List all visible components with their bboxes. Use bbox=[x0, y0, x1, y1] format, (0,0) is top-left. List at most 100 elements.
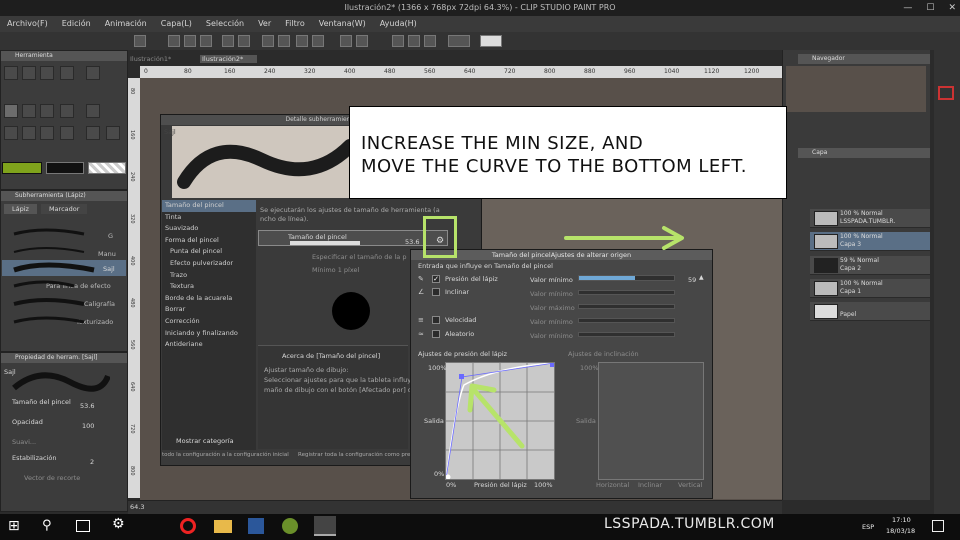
language-indicator[interactable]: ESP bbox=[862, 523, 874, 531]
operation-tool-icon[interactable] bbox=[86, 66, 100, 80]
category-brush-tip[interactable]: Punta del pincel bbox=[162, 246, 256, 258]
property-vector-label[interactable]: Vector de recorte bbox=[24, 474, 80, 482]
min-value-number[interactable]: 59 bbox=[688, 276, 696, 284]
tilt-min-slider[interactable] bbox=[578, 290, 675, 295]
text-tool-icon[interactable] bbox=[106, 126, 120, 140]
property-opacity-value[interactable]: 100 bbox=[82, 422, 94, 430]
dynamics-button-icon[interactable]: ⚙ bbox=[436, 236, 444, 246]
save-icon[interactable] bbox=[200, 35, 212, 47]
option-min-1px[interactable]: Mínimo 1 píxel bbox=[312, 266, 359, 274]
pen-pressure-checkbox[interactable]: ✓ bbox=[432, 275, 440, 283]
select-tool-icon[interactable] bbox=[40, 66, 54, 80]
task-view-icon[interactable] bbox=[76, 520, 90, 532]
min-value-spinner-icon[interactable]: ▲ bbox=[699, 274, 704, 281]
curve-start-point[interactable] bbox=[446, 474, 451, 480]
tilt-max-slider[interactable] bbox=[578, 304, 675, 309]
menu-file[interactable]: Archivo(F) bbox=[0, 16, 55, 32]
windows-start-icon[interactable]: ⊞ bbox=[8, 518, 26, 536]
menu-animation[interactable]: Animación bbox=[98, 16, 154, 32]
layer-row[interactable]: 100 % Normal LSSPADA.TUMBLR. bbox=[810, 209, 930, 228]
category-spray[interactable]: Efecto pulverizador bbox=[162, 258, 256, 270]
menu-layer[interactable]: Capa(L) bbox=[154, 16, 199, 32]
clock-time[interactable]: 17:10 bbox=[892, 516, 911, 524]
curve-end-point[interactable] bbox=[550, 363, 554, 367]
layer-row[interactable]: 59 % Normal Capa 2 bbox=[810, 256, 930, 275]
clip-studio-icon[interactable] bbox=[134, 35, 146, 47]
minimize-icon[interactable]: — bbox=[903, 0, 912, 16]
category-watercolor-edge[interactable]: Borde de la acuarela bbox=[162, 293, 256, 305]
app-icon[interactable] bbox=[282, 518, 298, 534]
zoom-tool-icon[interactable] bbox=[4, 66, 18, 80]
gradient-tool-icon[interactable] bbox=[40, 126, 54, 140]
category-anti-overflow[interactable]: Antideriane bbox=[162, 339, 256, 351]
layer-row[interactable]: 100 % Normal Capa 3 bbox=[810, 232, 930, 251]
layer-row[interactable]: Papel bbox=[810, 302, 930, 321]
open-file-icon[interactable] bbox=[184, 35, 196, 47]
transparent-color-swatch[interactable] bbox=[88, 162, 126, 174]
clear-icon[interactable] bbox=[262, 35, 274, 47]
reset-all-button[interactable]: todo la configuración a la configuración… bbox=[162, 452, 289, 458]
category-ink[interactable]: Tinta bbox=[162, 212, 256, 224]
brush-item-sajl[interactable]: Sajl bbox=[103, 265, 115, 273]
menu-filter[interactable]: Filtro bbox=[278, 16, 312, 32]
register-default-button[interactable]: Registrar toda la configuración como pre… bbox=[298, 452, 421, 458]
pencil-tool-icon[interactable] bbox=[22, 104, 36, 118]
clip-studio-taskbar-icon[interactable] bbox=[314, 516, 336, 536]
main-color-swatch[interactable] bbox=[2, 162, 42, 174]
maximize-icon[interactable]: ☐ bbox=[926, 0, 934, 16]
close-icon[interactable]: ✕ bbox=[948, 0, 956, 16]
settings-icon[interactable]: ⚙ bbox=[112, 516, 125, 532]
navigator-preview[interactable] bbox=[786, 66, 926, 112]
subtool-tab-marker[interactable]: Marcador bbox=[40, 204, 88, 214]
crop-icon[interactable] bbox=[340, 35, 352, 47]
random-min-slider[interactable] bbox=[578, 332, 675, 337]
redo-icon[interactable] bbox=[238, 35, 250, 47]
tilt-checkbox[interactable] bbox=[432, 288, 440, 296]
new-file-icon[interactable] bbox=[168, 35, 180, 47]
zoom-value[interactable]: 64.3 bbox=[130, 503, 144, 511]
ruler-tool-icon[interactable] bbox=[86, 126, 100, 140]
brush-tool-icon[interactable] bbox=[40, 104, 54, 118]
display-color-icon[interactable] bbox=[448, 35, 470, 47]
menu-view[interactable]: Ver bbox=[251, 16, 278, 32]
notification-icon[interactable] bbox=[932, 520, 944, 532]
menu-help[interactable]: Ayuda(H) bbox=[373, 16, 424, 32]
fill-icon[interactable] bbox=[356, 35, 368, 47]
velocity-checkbox[interactable] bbox=[432, 316, 440, 324]
property-size-value[interactable]: 53.6 bbox=[80, 402, 94, 410]
word-icon[interactable] bbox=[248, 518, 264, 534]
category-brush-shape[interactable]: Forma del pincel bbox=[162, 235, 256, 247]
opera-icon[interactable] bbox=[180, 518, 196, 534]
option-specify-size[interactable]: Especificar el tamaño de la p bbox=[312, 253, 406, 261]
brush-item-g[interactable]: G bbox=[108, 232, 113, 240]
random-checkbox[interactable] bbox=[432, 330, 440, 338]
snap-special-icon[interactable] bbox=[408, 35, 420, 47]
undo-icon[interactable] bbox=[222, 35, 234, 47]
category-erase[interactable]: Borrar bbox=[162, 304, 256, 316]
brush-size-row-value[interactable]: 53.6 bbox=[405, 238, 419, 246]
eyedropper-tool-icon[interactable] bbox=[60, 66, 74, 80]
snap-grid-icon[interactable] bbox=[424, 35, 436, 47]
category-texture[interactable]: Textura bbox=[162, 281, 256, 293]
category-brush-size[interactable]: Tamaño del pincel bbox=[162, 200, 256, 212]
snap-ruler-icon[interactable] bbox=[392, 35, 404, 47]
velocity-min-slider[interactable] bbox=[578, 318, 675, 323]
sub-color-swatch[interactable] bbox=[46, 162, 84, 174]
layer-row[interactable]: 100 % Normal Capa 1 bbox=[810, 279, 930, 298]
clock-date[interactable]: 18/03/18 bbox=[886, 527, 915, 535]
deselect-icon[interactable] bbox=[296, 35, 308, 47]
menu-edit[interactable]: Edición bbox=[55, 16, 98, 32]
category-stroke[interactable]: Trazo bbox=[162, 270, 256, 282]
color-wheel-icon[interactable] bbox=[938, 86, 954, 100]
brush-size-row-slider[interactable] bbox=[290, 241, 360, 245]
invert-selection-icon[interactable] bbox=[312, 35, 324, 47]
doc-tab-1[interactable]: Ilustración1* bbox=[130, 55, 171, 63]
menu-window[interactable]: Ventana(W) bbox=[312, 16, 373, 32]
airbrush-tool-icon[interactable] bbox=[60, 104, 74, 118]
property-stabilization-value[interactable]: 2 bbox=[90, 458, 94, 466]
figure-tool-icon[interactable] bbox=[60, 126, 74, 140]
min-value-slider-track[interactable] bbox=[578, 275, 675, 281]
category-starting-ending[interactable]: Iniciando y finalizando bbox=[162, 328, 256, 340]
search-icon[interactable]: ⚲ bbox=[42, 518, 52, 533]
show-category-checkbox[interactable]: Mostrar categoría bbox=[176, 437, 234, 445]
